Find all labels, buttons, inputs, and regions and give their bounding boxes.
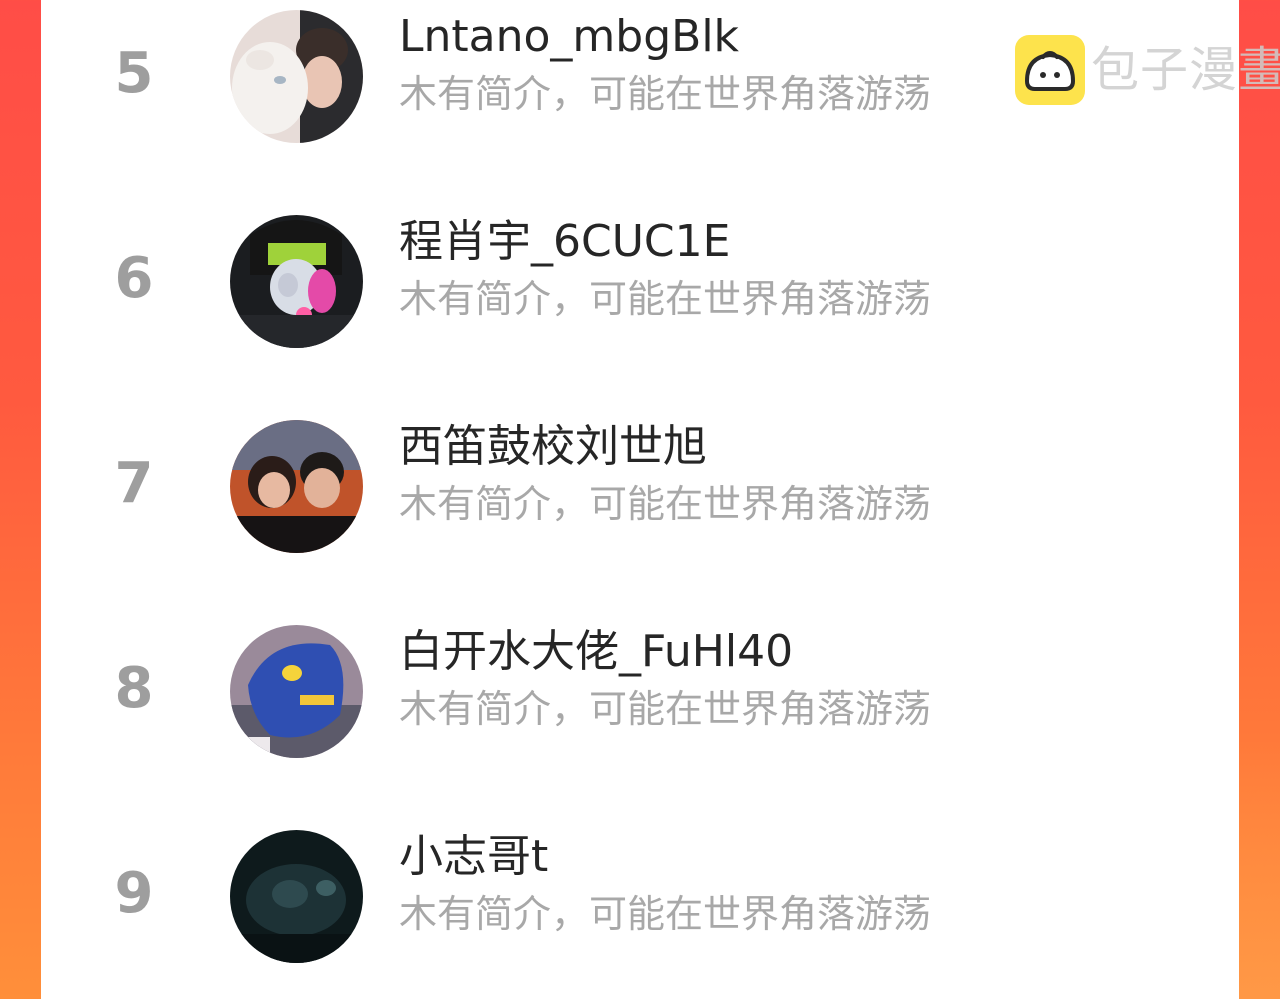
ranking-row[interactable]: 9 小志哥t 木有简介，可能在世界角落游荡 — [41, 820, 1239, 963]
user-description: 木有简介，可能在世界角落游荡 — [399, 892, 932, 936]
rank-number: 8 — [114, 656, 154, 721]
user-name[interactable]: 程肖宇_6CUC1E — [399, 215, 730, 269]
user-name[interactable]: 西笛鼓校刘世旭 — [399, 420, 707, 474]
ranking-list-panel: 5 Lntano_mbgBlk 木有简介，可能在世界角落游荡 6 程肖宇_6CU… — [41, 0, 1280, 999]
user-avatar[interactable] — [230, 420, 363, 553]
user-avatar[interactable] — [230, 830, 363, 963]
watermark-text: 包子漫畫 — [1091, 42, 1280, 98]
user-description: 木有简介，可能在世界角落游荡 — [399, 687, 932, 731]
rank-number: 5 — [114, 41, 154, 106]
ranking-row[interactable]: 8 白开水大佬_FuHl40 木有简介，可能在世界角落游荡 — [41, 615, 1239, 758]
ranking-row[interactable]: 6 程肖宇_6CUC1E 木有简介，可能在世界角落游荡 — [41, 205, 1239, 348]
rank-number: 9 — [114, 861, 154, 926]
rank-number: 7 — [114, 451, 154, 516]
user-description: 木有简介，可能在世界角落游荡 — [399, 72, 932, 116]
user-name[interactable]: 小志哥t — [399, 830, 548, 884]
user-description: 木有简介，可能在世界角落游荡 — [399, 482, 932, 526]
user-name[interactable]: Lntano_mbgBlk — [399, 10, 739, 64]
rank-number: 6 — [114, 246, 154, 311]
ranking-row[interactable]: 7 西笛鼓校刘世旭 木有简介，可能在世界角落游荡 — [41, 410, 1239, 553]
user-avatar[interactable] — [230, 10, 363, 143]
steamed-bun-icon — [1015, 35, 1085, 105]
user-avatar[interactable] — [230, 215, 363, 348]
user-avatar[interactable] — [230, 625, 363, 758]
user-description: 木有简介，可能在世界角落游荡 — [399, 277, 932, 321]
background-glow — [1238, 739, 1280, 999]
user-name[interactable]: 白开水大佬_FuHl40 — [399, 625, 793, 679]
